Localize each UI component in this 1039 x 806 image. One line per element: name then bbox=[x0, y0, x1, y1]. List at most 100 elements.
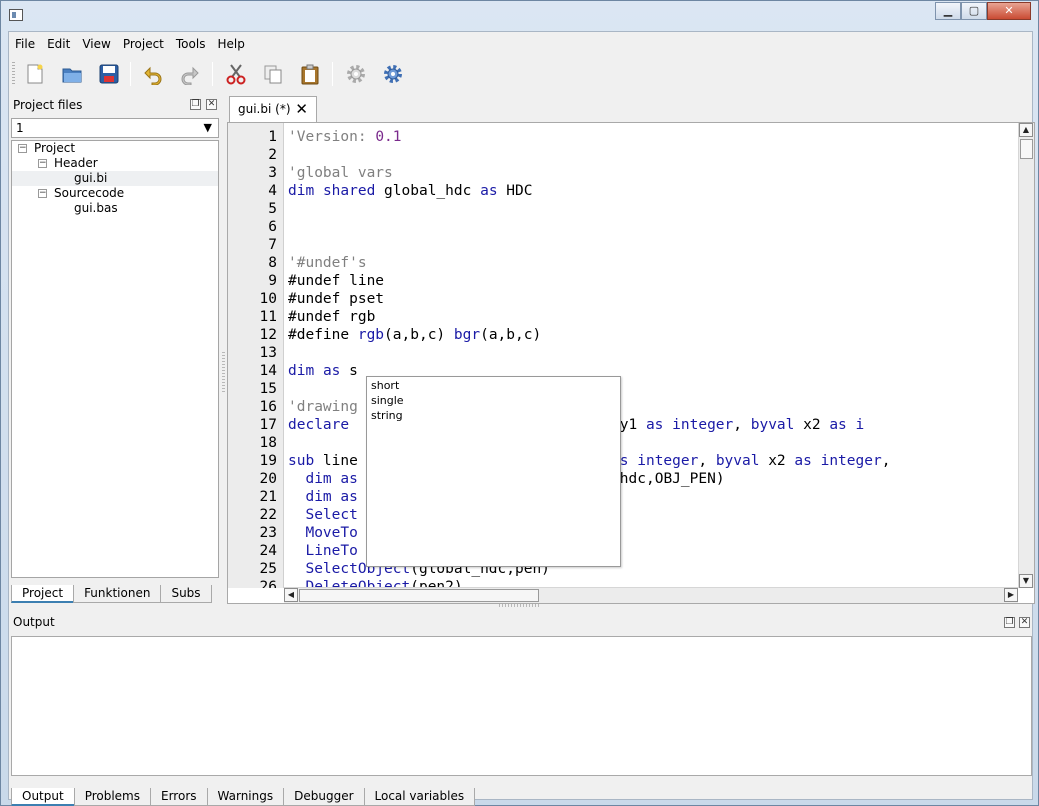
compile-button[interactable] bbox=[342, 60, 370, 88]
toolbar-separator bbox=[332, 62, 333, 86]
scroll-down-icon[interactable]: ▼ bbox=[1019, 574, 1033, 588]
float-panel-button[interactable]: ❐ bbox=[1004, 617, 1015, 628]
tree-selection-highlight bbox=[12, 171, 218, 186]
vertical-scroll-thumb[interactable] bbox=[1020, 139, 1033, 159]
menu-project[interactable]: Project bbox=[117, 34, 170, 54]
menu-file[interactable]: File bbox=[9, 34, 41, 54]
code-line[interactable]: 'global vars bbox=[288, 164, 393, 182]
tab-gui-bi[interactable]: gui.bi (*) ✕ bbox=[229, 96, 317, 122]
line-number: 13 bbox=[259, 345, 277, 361]
line-number: 21 bbox=[259, 489, 277, 505]
horizontal-scrollbar[interactable]: ◀ ▶ bbox=[284, 587, 1018, 603]
menu-view[interactable]: View bbox=[76, 34, 116, 54]
cut-button[interactable] bbox=[222, 60, 250, 88]
app-icon bbox=[9, 9, 23, 21]
close-tab-icon[interactable]: ✕ bbox=[295, 97, 308, 121]
build-run-button[interactable] bbox=[379, 60, 407, 88]
vertical-splitter[interactable] bbox=[222, 352, 225, 392]
undo-icon bbox=[144, 66, 162, 85]
line-number: 5 bbox=[268, 201, 277, 217]
tab-debugger[interactable]: Debugger bbox=[283, 788, 365, 806]
maximize-button[interactable]: ▢ bbox=[961, 2, 987, 20]
project-files-panel: Project files ❐ ✕ 1 ▼ − Project − Header… bbox=[9, 96, 221, 604]
undo-button[interactable] bbox=[139, 60, 167, 88]
tree-item-project[interactable]: Project bbox=[34, 141, 75, 156]
code-line[interactable]: #undef rgb bbox=[288, 308, 375, 326]
tab-problems[interactable]: Problems bbox=[73, 788, 151, 806]
menu-bar: File Edit View Project Tools Help bbox=[9, 34, 251, 54]
tab-warnings[interactable]: Warnings bbox=[206, 788, 285, 806]
scroll-up-icon[interactable]: ▲ bbox=[1019, 123, 1033, 137]
close-panel-button[interactable]: ✕ bbox=[206, 99, 217, 110]
collapse-icon[interactable]: − bbox=[38, 189, 47, 198]
line-number: 1 bbox=[268, 129, 277, 145]
open-folder-icon bbox=[62, 68, 82, 83]
vertical-scrollbar[interactable]: ▲ ▼ bbox=[1018, 123, 1034, 588]
redo-button[interactable] bbox=[176, 60, 204, 88]
new-file-button[interactable] bbox=[21, 60, 49, 88]
project-selector[interactable]: 1 ▼ bbox=[11, 118, 219, 138]
autocomplete-item[interactable]: single bbox=[371, 393, 404, 408]
collapse-icon[interactable]: − bbox=[38, 159, 47, 168]
code-line[interactable]: #define rgb(a,b,c) bgr(a,b,c) bbox=[288, 326, 541, 344]
output-text-area[interactable] bbox=[11, 636, 1032, 776]
code-line[interactable]: #undef line bbox=[288, 272, 384, 290]
autocomplete-item[interactable]: string bbox=[371, 408, 403, 423]
code-editor[interactable]: 1 2 3 4 5 6 7 8 9 10 11 12 13 14 15 16 1 bbox=[227, 122, 1035, 604]
horizontal-splitter[interactable] bbox=[499, 604, 539, 607]
code-line[interactable]: Select bbox=[288, 506, 357, 524]
tree-item-gui-bas[interactable]: gui.bas bbox=[74, 201, 118, 216]
code-line[interactable]: '#undef's bbox=[288, 254, 367, 272]
line-number: 2 bbox=[268, 147, 277, 163]
tab-funktionen[interactable]: Funktionen bbox=[73, 585, 162, 603]
tab-output[interactable]: Output bbox=[11, 788, 75, 806]
cut-icon bbox=[226, 64, 246, 85]
editor-area: gui.bi (*) ✕ 1 2 3 4 5 6 7 8 9 10 11 12 … bbox=[227, 96, 1035, 604]
code-line[interactable]: 'drawing bbox=[288, 398, 358, 416]
editor-tabs: gui.bi (*) ✕ bbox=[227, 96, 1033, 122]
close-button[interactable]: ✕ bbox=[987, 2, 1031, 20]
code-line[interactable]: LineTo bbox=[288, 542, 357, 560]
scroll-left-icon[interactable]: ◀ bbox=[284, 588, 298, 602]
project-tree[interactable]: − Project − Header gui.bi − Sourcecode g… bbox=[11, 140, 219, 578]
autocomplete-item[interactable]: short bbox=[371, 378, 399, 393]
copy-button[interactable] bbox=[259, 60, 287, 88]
paste-button[interactable] bbox=[296, 60, 324, 88]
output-panel-title: Output bbox=[13, 615, 55, 629]
project-panel-title: Project files bbox=[13, 98, 83, 112]
tab-project[interactable]: Project bbox=[11, 585, 75, 603]
code-line[interactable]: 'Version: 0.1 bbox=[288, 128, 402, 146]
line-number-gutter: 1 2 3 4 5 6 7 8 9 10 11 12 13 14 15 16 1 bbox=[228, 123, 284, 588]
scroll-right-icon[interactable]: ▶ bbox=[1004, 588, 1018, 602]
toolbar bbox=[9, 56, 1032, 92]
tab-local-variables[interactable]: Local variables bbox=[363, 788, 476, 806]
menu-edit[interactable]: Edit bbox=[41, 34, 76, 54]
tab-errors[interactable]: Errors bbox=[150, 788, 208, 806]
autocomplete-popup[interactable]: short single string bbox=[366, 376, 621, 567]
copy-icon bbox=[264, 65, 282, 84]
horizontal-scroll-thumb[interactable] bbox=[299, 589, 539, 602]
toolbar-grip[interactable] bbox=[12, 62, 15, 86]
line-number: 14 bbox=[259, 363, 277, 379]
minimize-button[interactable]: ▁ bbox=[935, 2, 961, 20]
paste-icon bbox=[301, 64, 319, 85]
tree-item-sourcecode[interactable]: Sourcecode bbox=[54, 186, 124, 201]
tree-item-gui-bi[interactable]: gui.bi bbox=[74, 171, 107, 186]
line-number: 7 bbox=[268, 237, 277, 253]
open-file-button[interactable] bbox=[58, 60, 86, 88]
code-line[interactable]: MoveTo bbox=[288, 524, 357, 542]
line-number: 19 bbox=[259, 453, 277, 469]
float-panel-button[interactable]: ❐ bbox=[190, 99, 201, 110]
close-panel-button[interactable]: ✕ bbox=[1019, 617, 1030, 628]
menu-help[interactable]: Help bbox=[211, 34, 250, 54]
code-line[interactable]: dim as s bbox=[288, 362, 358, 380]
save-button[interactable] bbox=[95, 60, 123, 88]
menu-tools[interactable]: Tools bbox=[170, 34, 212, 54]
tree-item-header[interactable]: Header bbox=[54, 156, 98, 171]
output-panel: Output ❐ ✕ Output Problems Errors Warnin… bbox=[9, 610, 1034, 806]
code-line[interactable]: #undef pset bbox=[288, 290, 384, 308]
line-number: 25 bbox=[259, 561, 277, 577]
collapse-icon[interactable]: − bbox=[18, 144, 27, 153]
code-line[interactable]: dim shared global_hdc as HDC bbox=[288, 182, 532, 200]
tab-subs[interactable]: Subs bbox=[160, 585, 212, 603]
